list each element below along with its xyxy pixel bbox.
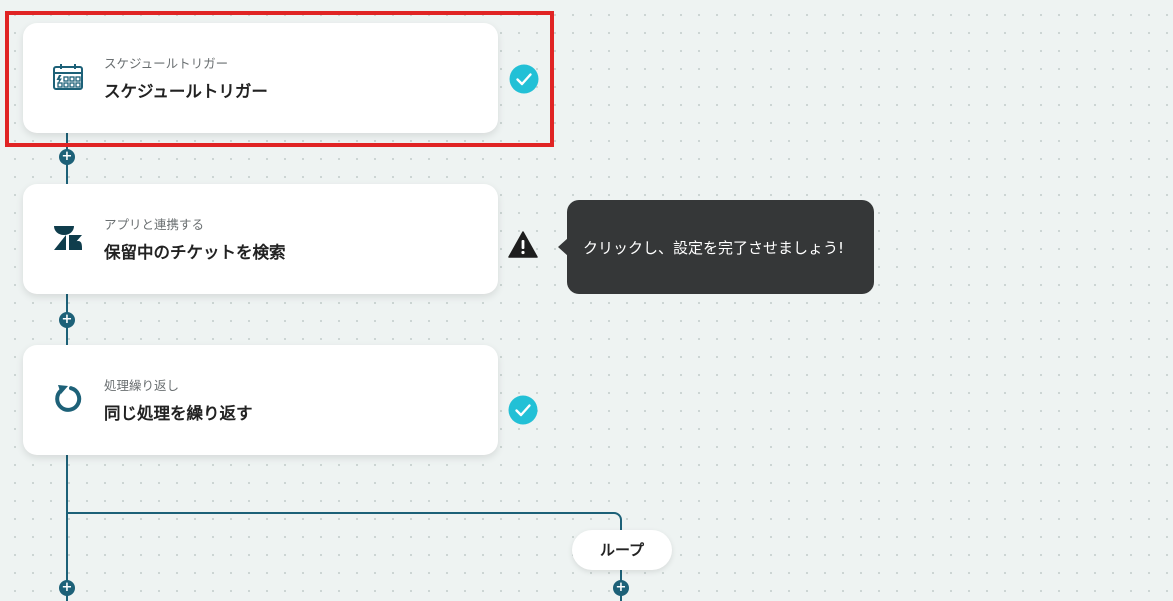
step-subtitle: 処理繰り返し xyxy=(104,378,180,393)
add-step-button[interactable]: + xyxy=(59,312,75,328)
step-subtitle: アプリと連携する xyxy=(104,217,205,232)
add-step-button[interactable]: + xyxy=(59,149,75,165)
loop-branch-line xyxy=(66,512,614,514)
setup-tooltip: クリックし、設定を完了させましょう! xyxy=(558,200,874,294)
loop-repeat-icon xyxy=(55,385,82,412)
connector-line xyxy=(66,453,68,601)
step-card-schedule-trigger[interactable]: スケジュールトリガー スケジュールトリガー xyxy=(23,23,498,133)
calendar-schedule-icon xyxy=(53,64,83,90)
add-step-button[interactable]: + xyxy=(613,580,629,596)
step-subtitle: スケジュールトリガー xyxy=(104,56,229,71)
check-complete-icon xyxy=(509,64,539,94)
check-complete-icon xyxy=(508,395,538,425)
step-card-repeat[interactable]: 処理繰り返し 同じ処理を繰り返す xyxy=(23,345,498,455)
tooltip-text: クリックし、設定を完了させましょう! xyxy=(583,239,845,257)
zendesk-logo-icon xyxy=(54,226,82,250)
loop-label-button[interactable]: ループ xyxy=(572,530,672,570)
step-title: スケジュールトリガー xyxy=(104,82,268,101)
step-card-search-tickets[interactable]: アプリと連携する 保留中のチケットを検索 xyxy=(23,184,498,294)
step-title: 同じ処理を繰り返す xyxy=(104,404,253,423)
step-title: 保留中のチケットを検索 xyxy=(104,243,286,262)
add-step-button[interactable]: + xyxy=(59,580,75,596)
warning-icon xyxy=(508,231,538,258)
